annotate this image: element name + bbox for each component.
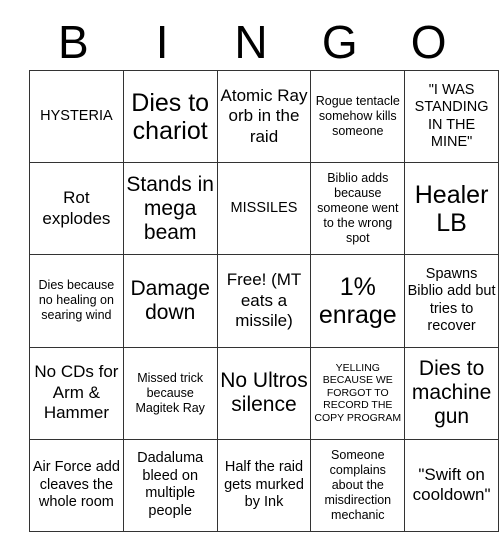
bingo-cell-label: Healer LB [414, 180, 489, 237]
bingo-cell[interactable]: Someone complains about the misdirection… [310, 438, 406, 532]
bingo-cell[interactable]: Dies to machine gun [404, 346, 499, 440]
bingo-row: No CDs for Arm & Hammer Missed trick beca… [29, 346, 499, 440]
bingo-cell-label: Dies because no healing on searing wind [38, 278, 115, 323]
bingo-cell-label: No Ultros silence [220, 369, 308, 417]
bingo-cell[interactable]: Dadaluma bleed on multiple people [122, 438, 218, 532]
bingo-cell[interactable]: No Ultros silence [216, 346, 312, 440]
bingo-cell[interactable]: "I WAS STANDING IN THE MINE" [404, 69, 499, 164]
bingo-cell-label: Biblio adds because someone went to the … [317, 171, 399, 246]
bingo-row: Air Force add cleaves the whole room Dada… [29, 438, 499, 532]
bingo-cell[interactable]: YELLING BECAUSE WE FORGOT TO RECORD THE … [310, 346, 406, 440]
bingo-cell-label: Air Force add cleaves the whole room [32, 459, 120, 511]
bingo-header-letter-i: I [155, 16, 169, 68]
bingo-cell[interactable]: HYSTERIA [29, 69, 124, 164]
bingo-cell-label: YELLING BECAUSE WE FORGOT TO RECORD THE … [314, 361, 402, 424]
bingo-row: Dies because no healing on searing wind D… [29, 254, 499, 348]
bingo-cell[interactable]: MISSILES [216, 162, 312, 256]
bingo-cell[interactable]: Spawns Biblio add but tries to recover [404, 254, 499, 348]
bingo-cell[interactable]: "Swift on cooldown" [404, 438, 499, 532]
bingo-cell[interactable]: Half the raid gets murked by Ink [216, 438, 312, 532]
bingo-cell-label: Spawns Biblio add but tries to recover [407, 265, 496, 335]
bingo-cell-label: Damage down [130, 276, 210, 324]
bingo-cell-label: "Swift on cooldown" [412, 464, 491, 505]
bingo-cell[interactable]: Biblio adds because someone went to the … [310, 162, 406, 256]
bingo-cell-label: Rogue tentacle somehow kills someone [315, 94, 400, 139]
bingo-cell-label: Dies to machine gun [411, 357, 492, 429]
bingo-cell[interactable]: Rot explodes [29, 162, 124, 256]
bingo-header-letter-o: O [410, 16, 447, 68]
bingo-header-letter-n: N [234, 16, 268, 68]
bingo-header-row: B I N GO [29, 14, 473, 70]
bingo-cell[interactable]: 1% enrage [310, 254, 406, 348]
bingo-cell-label: Stands in mega beam [126, 172, 214, 244]
bingo-cell-label: Someone complains about the misdirection… [324, 447, 392, 522]
bingo-cell-label: No CDs for Arm & Hammer [34, 362, 119, 423]
bingo-row: HYSTERIA Dies to chariot Atomic Ray orb in… [29, 69, 499, 164]
bingo-cell[interactable]: Free! (MT eats a missile) [216, 254, 312, 348]
bingo-cell-label: "I WAS STANDING IN THE MINE" [414, 81, 489, 151]
bingo-cell-label: Missed trick because Magitek Ray [135, 370, 205, 415]
bingo-cell[interactable]: Missed trick because Magitek Ray [122, 346, 218, 440]
bingo-cell[interactable]: Air Force add cleaves the whole room [29, 438, 124, 532]
bingo-cell-label: 1% enrage [318, 272, 397, 329]
bingo-cell-label: Free! (MT eats a missile) [226, 270, 302, 331]
bingo-row: Rot explodes Stands in mega beam MISSILES B… [29, 162, 499, 256]
bingo-cell[interactable]: Dies because no healing on searing wind [29, 254, 124, 348]
bingo-cell-label: Atomic Ray orb in the raid [220, 85, 308, 146]
bingo-card: B I N GO HYSTERIA Dies to chariot Atomic Ray … [0, 0, 500, 544]
bingo-grid: HYSTERIA Dies to chariot Atomic Ray orb in… [29, 69, 499, 532]
bingo-cell-label: Dies to chariot [131, 88, 210, 145]
bingo-cell-label: Rot explodes [42, 188, 111, 228]
bingo-cell[interactable]: Stands in mega beam [122, 162, 218, 256]
bingo-cell-label: Dadaluma bleed on multiple people [137, 450, 204, 519]
bingo-cell[interactable]: Atomic Ray orb in the raid [216, 69, 312, 164]
bingo-cell-label: Half the raid gets murked by Ink [224, 459, 304, 511]
bingo-cell[interactable]: Healer LB [404, 162, 499, 256]
bingo-grid-body: HYSTERIA Dies to chariot Atomic Ray orb in… [29, 69, 499, 532]
bingo-cell[interactable]: Dies to chariot [122, 69, 218, 164]
bingo-cell[interactable]: Rogue tentacle somehow kills someone [310, 69, 406, 164]
bingo-header-letter-g: G [321, 16, 358, 68]
bingo-cell[interactable]: Damage down [122, 254, 218, 348]
bingo-header-letter-b: B [58, 16, 89, 68]
bingo-cell-label: MISSILES [230, 200, 298, 217]
bingo-cell-label: HYSTERIA [40, 107, 113, 124]
bingo-cell[interactable]: No CDs for Arm & Hammer [29, 346, 124, 440]
